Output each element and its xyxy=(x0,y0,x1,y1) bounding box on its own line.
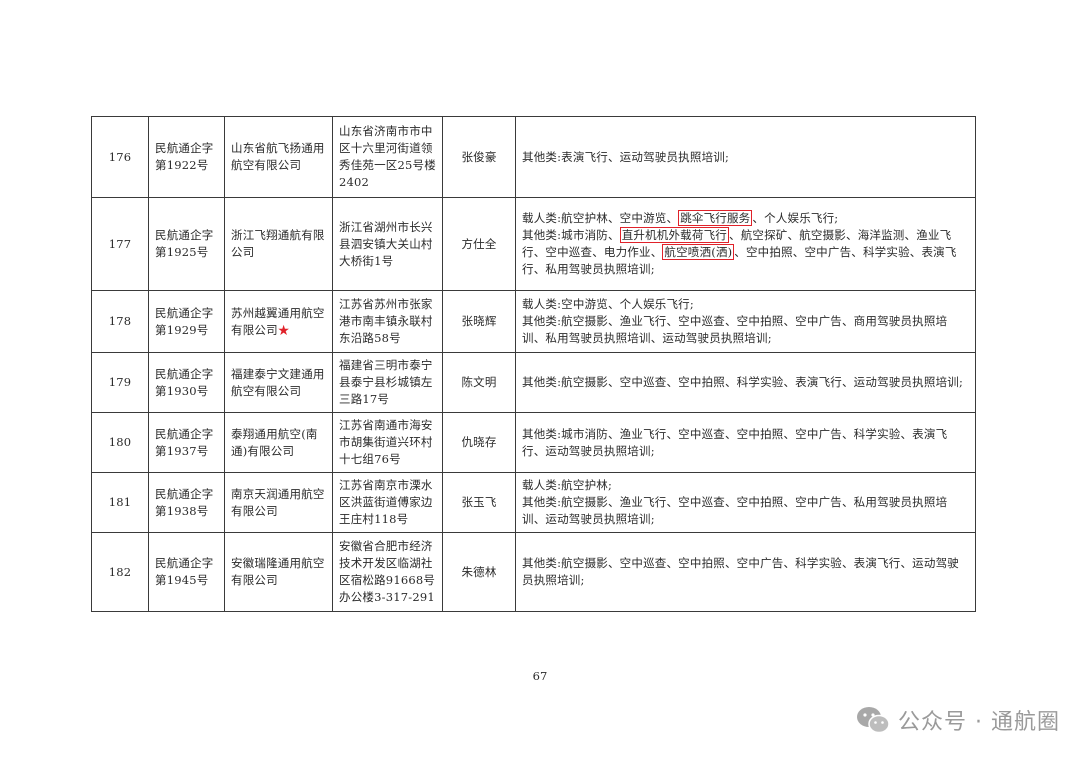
scope-line: 载人类:空中游览、个人娱乐飞行; xyxy=(522,296,969,313)
table-row: 179 民航通企字第1930号 福建泰宁文建通用航空有限公司 福建省三明市泰宁县泰宁县… xyxy=(91,352,976,413)
company-address: 山东省济南市市中区十六里河街道领秀佳苑一区25号楼2402 xyxy=(332,116,443,198)
company-name: 苏州越翼通用航空有限公司★ xyxy=(224,290,333,353)
business-scope: 载人类:航空护林; 其他类:航空摄影、渔业飞行、空中巡查、空中拍照、空中广告、私用… xyxy=(515,472,976,533)
table-row: 178 民航通企字第1929号 苏州越翼通用航空有限公司★ 江苏省苏州市张家港市南丰镇… xyxy=(91,290,976,353)
company-name-text: 泰翔通用航空(南通)有限公司 xyxy=(231,426,318,458)
scope-text: 其他类:航空摄影、渔业飞行、空中巡查、空中拍照、空中广告、商用驾驶员执照培训、私… xyxy=(522,314,948,345)
scope-line: 其他类:航空摄影、渔业飞行、空中巡查、空中拍照、空中广告、私用驾驶员执照培训、运… xyxy=(522,494,969,528)
permit-number: 民航通企字第1937号 xyxy=(148,412,225,473)
legal-representative: 张玉飞 xyxy=(442,472,516,533)
table-row: 182 民航通企字第1945号 安徽瑞隆通用航空有限公司 安徽省合肥市经济技术开发区临… xyxy=(91,532,976,612)
legal-representative: 张俊豪 xyxy=(442,116,516,198)
company-name: 山东省航飞扬通用航空有限公司 xyxy=(224,116,333,198)
highlighted-scope-item: 跳伞飞行服务 xyxy=(678,210,753,226)
scope-line: 其他类:表演飞行、运动驾驶员执照培训; xyxy=(522,149,969,166)
legal-representative: 张晓辉 xyxy=(442,290,516,353)
business-scope: 其他类:城市消防、渔业飞行、空中巡查、空中拍照、空中广告、科学实验、表演飞行、运… xyxy=(515,412,976,473)
scope-text: 其他类:表演飞行、运动驾驶员执照培训; xyxy=(522,149,730,164)
row-number: 180 xyxy=(91,412,149,473)
scope-text: 其他类:城市消防、 xyxy=(522,228,620,242)
company-name: 浙江飞翔通航有限公司 xyxy=(224,197,333,291)
row-number: 179 xyxy=(91,352,149,413)
star-icon: ★ xyxy=(277,322,290,337)
business-scope: 其他类:航空摄影、空中巡查、空中拍照、科学实验、表演飞行、运动驾驶员执照培训; xyxy=(515,352,976,413)
permit-number: 民航通企字第1938号 xyxy=(148,472,225,533)
row-number: 182 xyxy=(91,532,149,612)
scope-line: 载人类:航空护林; xyxy=(522,477,969,494)
company-address: 浙江省湖州市长兴县泗安镇大关山村大桥街1号 xyxy=(332,197,443,291)
scope-line: 其他类:航空摄影、空中巡查、空中拍照、科学实验、表演飞行、运动驾驶员执照培训; xyxy=(522,374,969,391)
table-row: 180 民航通企字第1937号 泰翔通用航空(南通)有限公司 江苏省南通市海安市胡集街… xyxy=(91,412,976,473)
business-scope: 载人类:航空护林、空中游览、 跳伞飞行服务 、个人娱乐飞行; 其他类:城市消防、 直升机… xyxy=(515,197,976,291)
company-name: 福建泰宁文建通用航空有限公司 xyxy=(224,352,333,413)
table-row: 181 民航通企字第1938号 南京天润通用航空有限公司 江苏省南京市溧水区洪蓝街道傅… xyxy=(91,472,976,533)
company-name-text: 福建泰宁文建通用航空有限公司 xyxy=(231,366,325,398)
company-name-text: 浙江飞翔通航有限公司 xyxy=(231,228,325,259)
scope-text: 载人类:航空护林; xyxy=(522,478,613,492)
scope-line: 其他类:航空摄影、渔业飞行、空中巡查、空中拍照、空中广告、商用驾驶员执照培训、私… xyxy=(522,313,969,347)
company-address: 江苏省南京市溧水区洪蓝街道傅家边王庄村118号 xyxy=(332,472,443,533)
company-name: 南京天润通用航空有限公司 xyxy=(224,472,333,533)
company-address: 江苏省苏州市张家港市南丰镇永联村东沿路58号 xyxy=(332,290,443,353)
business-scope: 其他类:表演飞行、运动驾驶员执照培训; xyxy=(515,116,976,198)
legal-representative: 陈文明 xyxy=(442,352,516,413)
permit-number: 民航通企字第1930号 xyxy=(148,352,225,413)
company-address: 福建省三明市泰宁县泰宁县杉城镇左三路17号 xyxy=(332,352,443,413)
scope-text: 其他类:航空摄影、渔业飞行、空中巡查、空中拍照、空中广告、私用驾驶员执照培训、运… xyxy=(522,495,948,526)
highlighted-scope-item: 直升机机外载荷飞行 xyxy=(619,227,729,243)
company-name-text: 南京天润通用航空有限公司 xyxy=(231,486,325,518)
watermark-text: 公众号 · 通航圈 xyxy=(898,710,1060,735)
table-row: 177 民航通企字第1925号 浙江飞翔通航有限公司 浙江省湖州市长兴县泗安镇大关山村… xyxy=(91,197,976,291)
business-scope: 载人类:空中游览、个人娱乐飞行; 其他类:航空摄影、渔业飞行、空中巡查、空中拍照、… xyxy=(515,290,976,353)
scope-text: 载人类:航空护林、空中游览、 xyxy=(522,211,679,225)
scope-text: 其他类:航空摄影、空中巡查、空中拍照、科学实验、表演飞行、运动驾驶员执照培训; xyxy=(522,375,964,389)
company-name: 泰翔通用航空(南通)有限公司 xyxy=(224,412,333,473)
scope-line: 其他类:航空摄影、空中巡查、空中拍照、空中广告、科学实验、表演飞行、运动驾驶员执… xyxy=(522,555,969,589)
business-scope: 其他类:航空摄影、空中巡查、空中拍照、空中广告、科学实验、表演飞行、运动驾驶员执… xyxy=(515,532,976,612)
company-name-text: 安徽瑞隆通用航空有限公司 xyxy=(231,556,325,587)
company-address: 安徽省合肥市经济技术开发区临湖社区宿松路91668号办公楼3-317-291 xyxy=(332,532,443,612)
watermark: 公众号 · 通航圈 xyxy=(856,700,1060,740)
legal-representative: 仇晓存 xyxy=(442,412,516,473)
company-name-text: 山东省航飞扬通用航空有限公司 xyxy=(231,141,325,172)
scope-line: 其他类:城市消防、 直升机机外载荷飞行 、航空探矿、航空摄影、海洋监测、渔业飞行、空… xyxy=(522,227,969,278)
highlighted-scope-item: 航空喷洒(洒) xyxy=(662,244,735,260)
registry-table: 176 民航通企字第1922号 山东省航飞扬通用航空有限公司 山东省济南市市中区十六里… xyxy=(91,116,976,612)
scope-text: 其他类:航空摄影、空中巡查、空中拍照、空中广告、科学实验、表演飞行、运动驾驶员执… xyxy=(522,556,959,587)
permit-number: 民航通企字第1929号 xyxy=(148,290,225,353)
company-name: 安徽瑞隆通用航空有限公司 xyxy=(224,532,333,612)
row-number: 178 xyxy=(91,290,149,353)
wechat-icon xyxy=(857,707,890,734)
table-row: 176 民航通企字第1922号 山东省航飞扬通用航空有限公司 山东省济南市市中区十六里… xyxy=(91,116,976,198)
table-body: 176 民航通企字第1922号 山东省航飞扬通用航空有限公司 山东省济南市市中区十六里… xyxy=(91,116,976,612)
row-number: 181 xyxy=(91,472,149,533)
permit-number: 民航通企字第1922号 xyxy=(148,116,225,198)
scope-text: 载人类:空中游览、个人娱乐飞行; xyxy=(522,297,694,311)
legal-representative: 朱德林 xyxy=(442,532,516,612)
permit-number: 民航通企字第1945号 xyxy=(148,532,225,612)
scope-line: 其他类:城市消防、渔业飞行、空中巡查、空中拍照、空中广告、科学实验、表演飞行、运… xyxy=(522,426,969,460)
scope-text: 、个人娱乐飞行; xyxy=(752,211,839,225)
row-number: 177 xyxy=(91,197,149,291)
row-number: 176 xyxy=(91,116,149,198)
scope-text: 其他类:城市消防、渔业飞行、空中巡查、空中拍照、空中广告、科学实验、表演飞行、运… xyxy=(522,426,948,458)
company-address: 江苏省南通市海安市胡集街道兴环村十七组76号 xyxy=(332,412,443,473)
legal-representative: 方仕全 xyxy=(442,197,516,291)
scope-line: 载人类:航空护林、空中游览、 跳伞飞行服务 、个人娱乐飞行; xyxy=(522,210,969,227)
page-number: 67 xyxy=(532,669,548,683)
permit-number: 民航通企字第1925号 xyxy=(148,197,225,291)
